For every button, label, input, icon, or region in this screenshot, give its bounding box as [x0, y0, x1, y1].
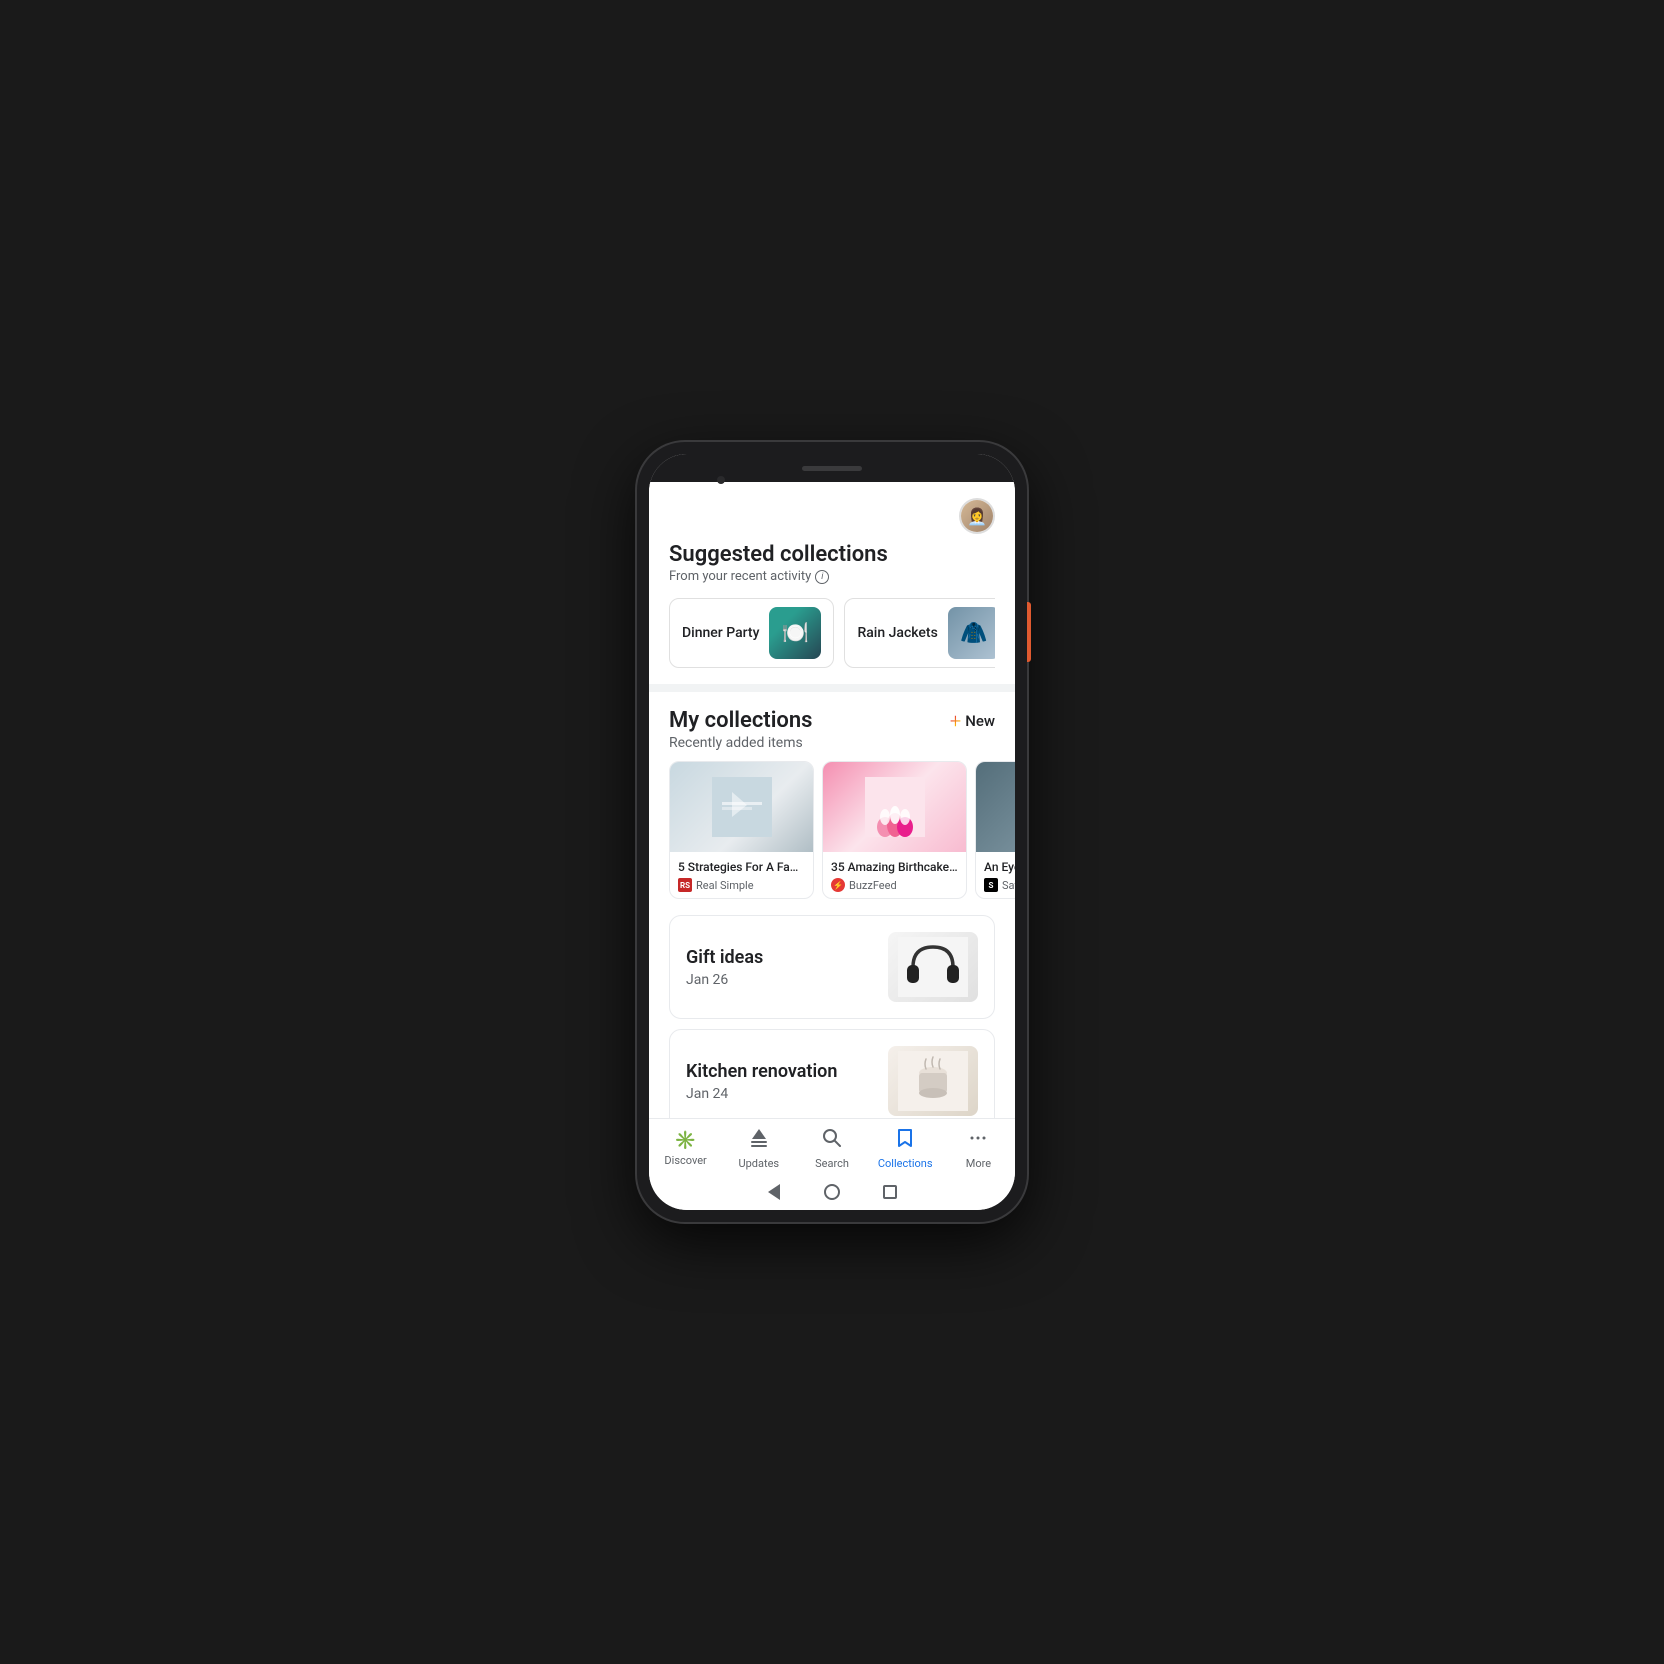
collection-card-kitchen[interactable]: Kitchen renovation Jan 24	[669, 1029, 995, 1118]
recent-item-image-1	[670, 762, 813, 852]
recent-item-source-2: ⚡ BuzzFeed	[831, 878, 958, 892]
source-name-1: Real Simple	[696, 879, 754, 892]
nav-item-more[interactable]: More	[942, 1127, 1015, 1170]
recent-item-title-2: 35 Amazing Birthcake...	[831, 860, 958, 874]
source-icon-bf: ⚡	[831, 878, 845, 892]
source-name-2: BuzzFeed	[849, 879, 897, 892]
nav-label-more: More	[966, 1157, 991, 1170]
new-collection-button[interactable]: + New	[950, 711, 995, 731]
back-icon	[768, 1184, 780, 1200]
collection-name-kitchen: Kitchen renovation	[686, 1061, 876, 1082]
recently-added-items-row: 5 Strategies For A Fab... RS Real Simple	[649, 761, 1015, 915]
collection-name-gift: Gift ideas	[686, 947, 876, 968]
nav-label-collections: Collections	[878, 1157, 933, 1170]
my-collections-header: My collections + New	[649, 692, 1015, 735]
search-icon	[821, 1127, 843, 1154]
nav-item-search[interactable]: Search	[795, 1127, 868, 1170]
section-divider	[649, 684, 1015, 692]
suggestion-chip-dinner-party[interactable]: Dinner Party	[669, 598, 834, 668]
status-bar	[649, 454, 1015, 482]
suggestions-row: Dinner Party Rain Jackets Hiking Boots	[669, 598, 995, 668]
recent-item-title-1: 5 Strategies For A Fab...	[678, 860, 805, 874]
collection-card-gift-ideas[interactable]: Gift ideas Jan 26	[669, 915, 995, 1019]
chip-image-rain	[948, 607, 995, 659]
discover-icon: ✳️	[674, 1130, 696, 1151]
collection-info-kitchen: Kitchen renovation Jan 24	[686, 1061, 876, 1102]
collection-thumb-kitchen	[888, 1046, 978, 1116]
plus-icon: +	[950, 711, 961, 731]
home-button[interactable]	[823, 1183, 841, 1201]
collections-icon	[894, 1127, 916, 1154]
nav-item-discover[interactable]: ✳️ Discover	[649, 1130, 722, 1167]
volume-button	[1027, 602, 1031, 662]
chip-image-dinner	[769, 607, 821, 659]
recent-item-card-2[interactable]: 35 Amazing Birthcake... ⚡ BuzzFeed	[822, 761, 967, 899]
speaker-grill	[802, 466, 862, 471]
nav-label-discover: Discover	[664, 1154, 706, 1167]
suggested-collections-section: Suggested collections From your recent a…	[649, 542, 1015, 684]
recent-item-meta-2: 35 Amazing Birthcake... ⚡ BuzzFeed	[823, 852, 966, 898]
recent-item-title-3: An Eye Opening	[984, 860, 1015, 874]
nav-label-search: Search	[815, 1157, 849, 1170]
scroll-content: 👩‍💼 Suggested collections From your rece…	[649, 482, 1015, 1118]
front-camera	[717, 476, 725, 484]
recent-item-meta-3: An Eye Opening S Saveur	[976, 852, 1015, 898]
nav-item-collections[interactable]: Collections	[869, 1127, 942, 1170]
info-icon[interactable]: i	[815, 570, 829, 584]
new-button-label: New	[965, 712, 995, 730]
collection-info-gift: Gift ideas Jan 26	[686, 947, 876, 988]
chip-label-rain: Rain Jackets	[857, 625, 937, 641]
suggestion-chip-rain-jackets[interactable]: Rain Jackets	[844, 598, 995, 668]
recent-item-meta-1: 5 Strategies For A Fab... RS Real Simple	[670, 852, 813, 898]
recent-item-source-1: RS Real Simple	[678, 878, 805, 892]
app-header: 👩‍💼	[649, 482, 1015, 542]
suggested-title: Suggested collections	[669, 542, 995, 567]
nav-item-updates[interactable]: Updates	[722, 1127, 795, 1170]
home-icon	[824, 1184, 840, 1200]
collection-thumb-gift	[888, 932, 978, 1002]
avatar-image: 👩‍💼	[961, 500, 993, 532]
recent-item-image-2	[823, 762, 966, 852]
source-name-3: Saveur	[1002, 879, 1015, 892]
system-nav	[649, 1174, 1015, 1210]
collection-date-kitchen: Jan 24	[686, 1086, 876, 1102]
collection-date-gift: Jan 26	[686, 972, 876, 988]
recent-item-image-3	[976, 762, 1015, 852]
recently-added-label: Recently added items	[649, 735, 1015, 761]
chip-label-dinner: Dinner Party	[682, 625, 759, 641]
recent-item-card-1[interactable]: 5 Strategies For A Fab... RS Real Simple	[669, 761, 814, 899]
my-collections-title: My collections	[669, 708, 812, 733]
updates-icon	[748, 1127, 770, 1154]
avatar[interactable]: 👩‍💼	[959, 498, 995, 534]
phone-frame: 👩‍💼 Suggested collections From your rece…	[637, 442, 1027, 1222]
source-icon-s: S	[984, 878, 998, 892]
recents-icon	[883, 1185, 897, 1199]
back-button[interactable]	[765, 1183, 783, 1201]
recent-item-card-3[interactable]: An Eye Opening S Saveur	[975, 761, 1015, 899]
recent-item-source-3: S Saveur	[984, 878, 1015, 892]
recents-button[interactable]	[881, 1183, 899, 1201]
more-icon	[967, 1127, 989, 1154]
nav-label-updates: Updates	[739, 1157, 780, 1170]
suggested-subtitle: From your recent activity i	[669, 569, 995, 584]
phone-screen: 👩‍💼 Suggested collections From your rece…	[649, 454, 1015, 1210]
bottom-nav: ✳️ Discover Updates	[649, 1118, 1015, 1174]
source-icon-rs: RS	[678, 878, 692, 892]
